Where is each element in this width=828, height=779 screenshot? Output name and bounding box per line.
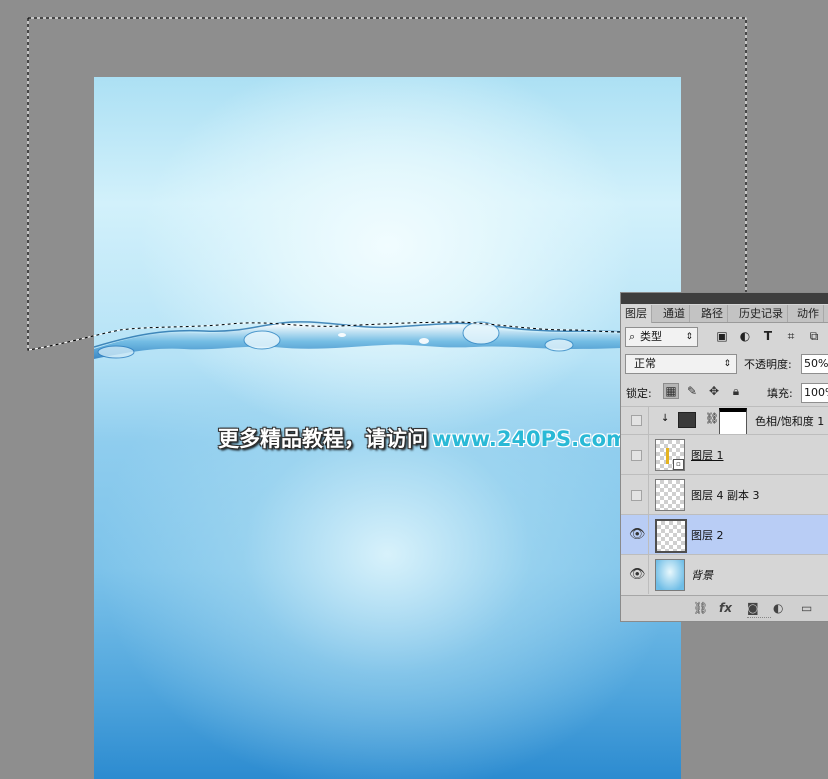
tab-channels[interactable]: 通道 (659, 305, 690, 322)
layers-panel: 图层 通道 路径 历史记录 动作 ⌕ 类型 ⇕ ▣ ◐ T ⌗ ⧉ 正常 ⇕ 不… (620, 292, 828, 622)
lock-row: 锁定: ▦ ✎ ✥ 🔒︎ 填充: 100% (621, 380, 828, 404)
tab-history[interactable]: 历史记录 (735, 305, 788, 322)
adjustment-filter-icon[interactable]: ◐ (737, 328, 753, 344)
visibility-toggle[interactable] (621, 407, 649, 434)
folder-icon[interactable]: ▭ (801, 601, 812, 615)
lock-position-icon[interactable]: ✥ (706, 383, 722, 399)
blend-row: 正常 ⇕ 不透明度: 50% (621, 352, 828, 376)
layer-name: 图层 2 (691, 529, 724, 542)
watermark-url: www.240PS.com (432, 427, 628, 451)
blend-mode-select[interactable]: 正常 ⇕ (625, 354, 737, 374)
smart-object-filter-icon[interactable]: ⧉ (806, 328, 822, 344)
layer-name: 图层 4 副本 3 (691, 489, 760, 502)
visibility-toggle[interactable]: 👁︎ (621, 515, 649, 554)
shape-filter-icon[interactable]: ⌗ (783, 328, 799, 344)
visibility-toggle[interactable]: 👁︎ (621, 555, 649, 594)
tab-actions[interactable]: 动作 (793, 305, 824, 322)
lock-image-icon[interactable]: ✎ (684, 383, 700, 399)
layer-row-background[interactable]: 👁︎ 背景 (621, 554, 828, 594)
tab-paths[interactable]: 路径 (697, 305, 728, 322)
layer-filter-select[interactable]: ⌕ 类型 ⇕ (625, 327, 698, 347)
chevron-updown-icon: ⇕ (723, 359, 731, 369)
opacity-input[interactable]: 50% (801, 354, 828, 374)
visibility-toggle[interactable] (621, 475, 649, 514)
layer-thumbnail (655, 559, 685, 591)
fx-icon[interactable]: fx (719, 601, 732, 615)
eye-icon: 👁︎ (629, 567, 646, 582)
visibility-off-box (631, 490, 642, 501)
smart-object-icon: ▫ (673, 459, 684, 470)
resize-grip[interactable] (747, 617, 771, 620)
watermark-text: 更多精品教程，请访问 (218, 427, 428, 451)
panel-title-bar[interactable] (621, 293, 828, 304)
layer-thumbnail (655, 479, 685, 511)
layer-thumbnail (655, 519, 687, 553)
fill-input[interactable]: 100% (801, 383, 828, 403)
layer-row-layer-4-copy-3[interactable]: 图层 4 副本 3 (621, 474, 828, 514)
filter-row: ⌕ 类型 ⇕ ▣ ◐ T ⌗ ⧉ (621, 325, 828, 349)
mask-icon[interactable]: ◙ (747, 601, 759, 615)
adjustment-layer-icon (678, 412, 696, 428)
layer-row-layer-2[interactable]: 👁︎ 图层 2 (621, 514, 828, 554)
visibility-off-box (631, 415, 642, 426)
lock-all-icon[interactable]: 🔒︎ (728, 383, 744, 399)
fill-label: 填充: (767, 387, 793, 400)
layer-name: 图层 1 (691, 449, 724, 462)
layer-row-layer-1[interactable]: ▫ 图层 1 (621, 434, 828, 474)
eye-icon: 👁︎ (629, 527, 646, 542)
chevron-updown-icon: ⇕ (685, 332, 693, 342)
visibility-toggle[interactable] (621, 435, 649, 474)
layer-name: 背景 (691, 569, 713, 582)
layer-name: 色相/饱和度 1 (755, 415, 825, 428)
clipping-arrow-icon: ↓ (661, 413, 670, 424)
blend-mode-value: 正常 (634, 357, 656, 370)
image-filter-icon[interactable]: ▣ (714, 328, 730, 344)
lock-label: 锁定: (626, 387, 652, 400)
adjustment-icon[interactable]: ◐ (773, 601, 783, 615)
layer-row-hue-saturation[interactable]: ↓ ⛓ 色相/饱和度 1 (621, 406, 828, 435)
type-filter-icon[interactable]: T (760, 328, 776, 344)
lock-transparent-icon[interactable]: ▦ (663, 383, 679, 399)
filter-label: 类型 (640, 330, 662, 343)
panel-footer: ⛓ fx ◙ ◐ ▭ (621, 595, 828, 621)
opacity-label: 不透明度: (744, 358, 792, 371)
layer-mask-thumbnail[interactable] (719, 408, 747, 435)
layer-thumbnail: ▫ (655, 439, 685, 471)
layer-list: ↓ ⛓ 色相/饱和度 1 ▫ 图层 1 图层 4 副本 3 👁︎ 图层 2 👁︎… (621, 406, 828, 594)
thumbnail-content (666, 448, 669, 464)
link-icon[interactable]: ⛓ (693, 601, 708, 615)
panel-tabs: 图层 通道 路径 历史记录 动作 (621, 305, 828, 323)
watermark: 更多精品教程，请访问 www.240PS.com (218, 423, 628, 451)
link-icon[interactable]: ⛓ (705, 412, 719, 425)
search-icon: ⌕ (629, 330, 636, 343)
visibility-off-box (631, 450, 642, 461)
tab-layers[interactable]: 图层 (621, 305, 652, 323)
